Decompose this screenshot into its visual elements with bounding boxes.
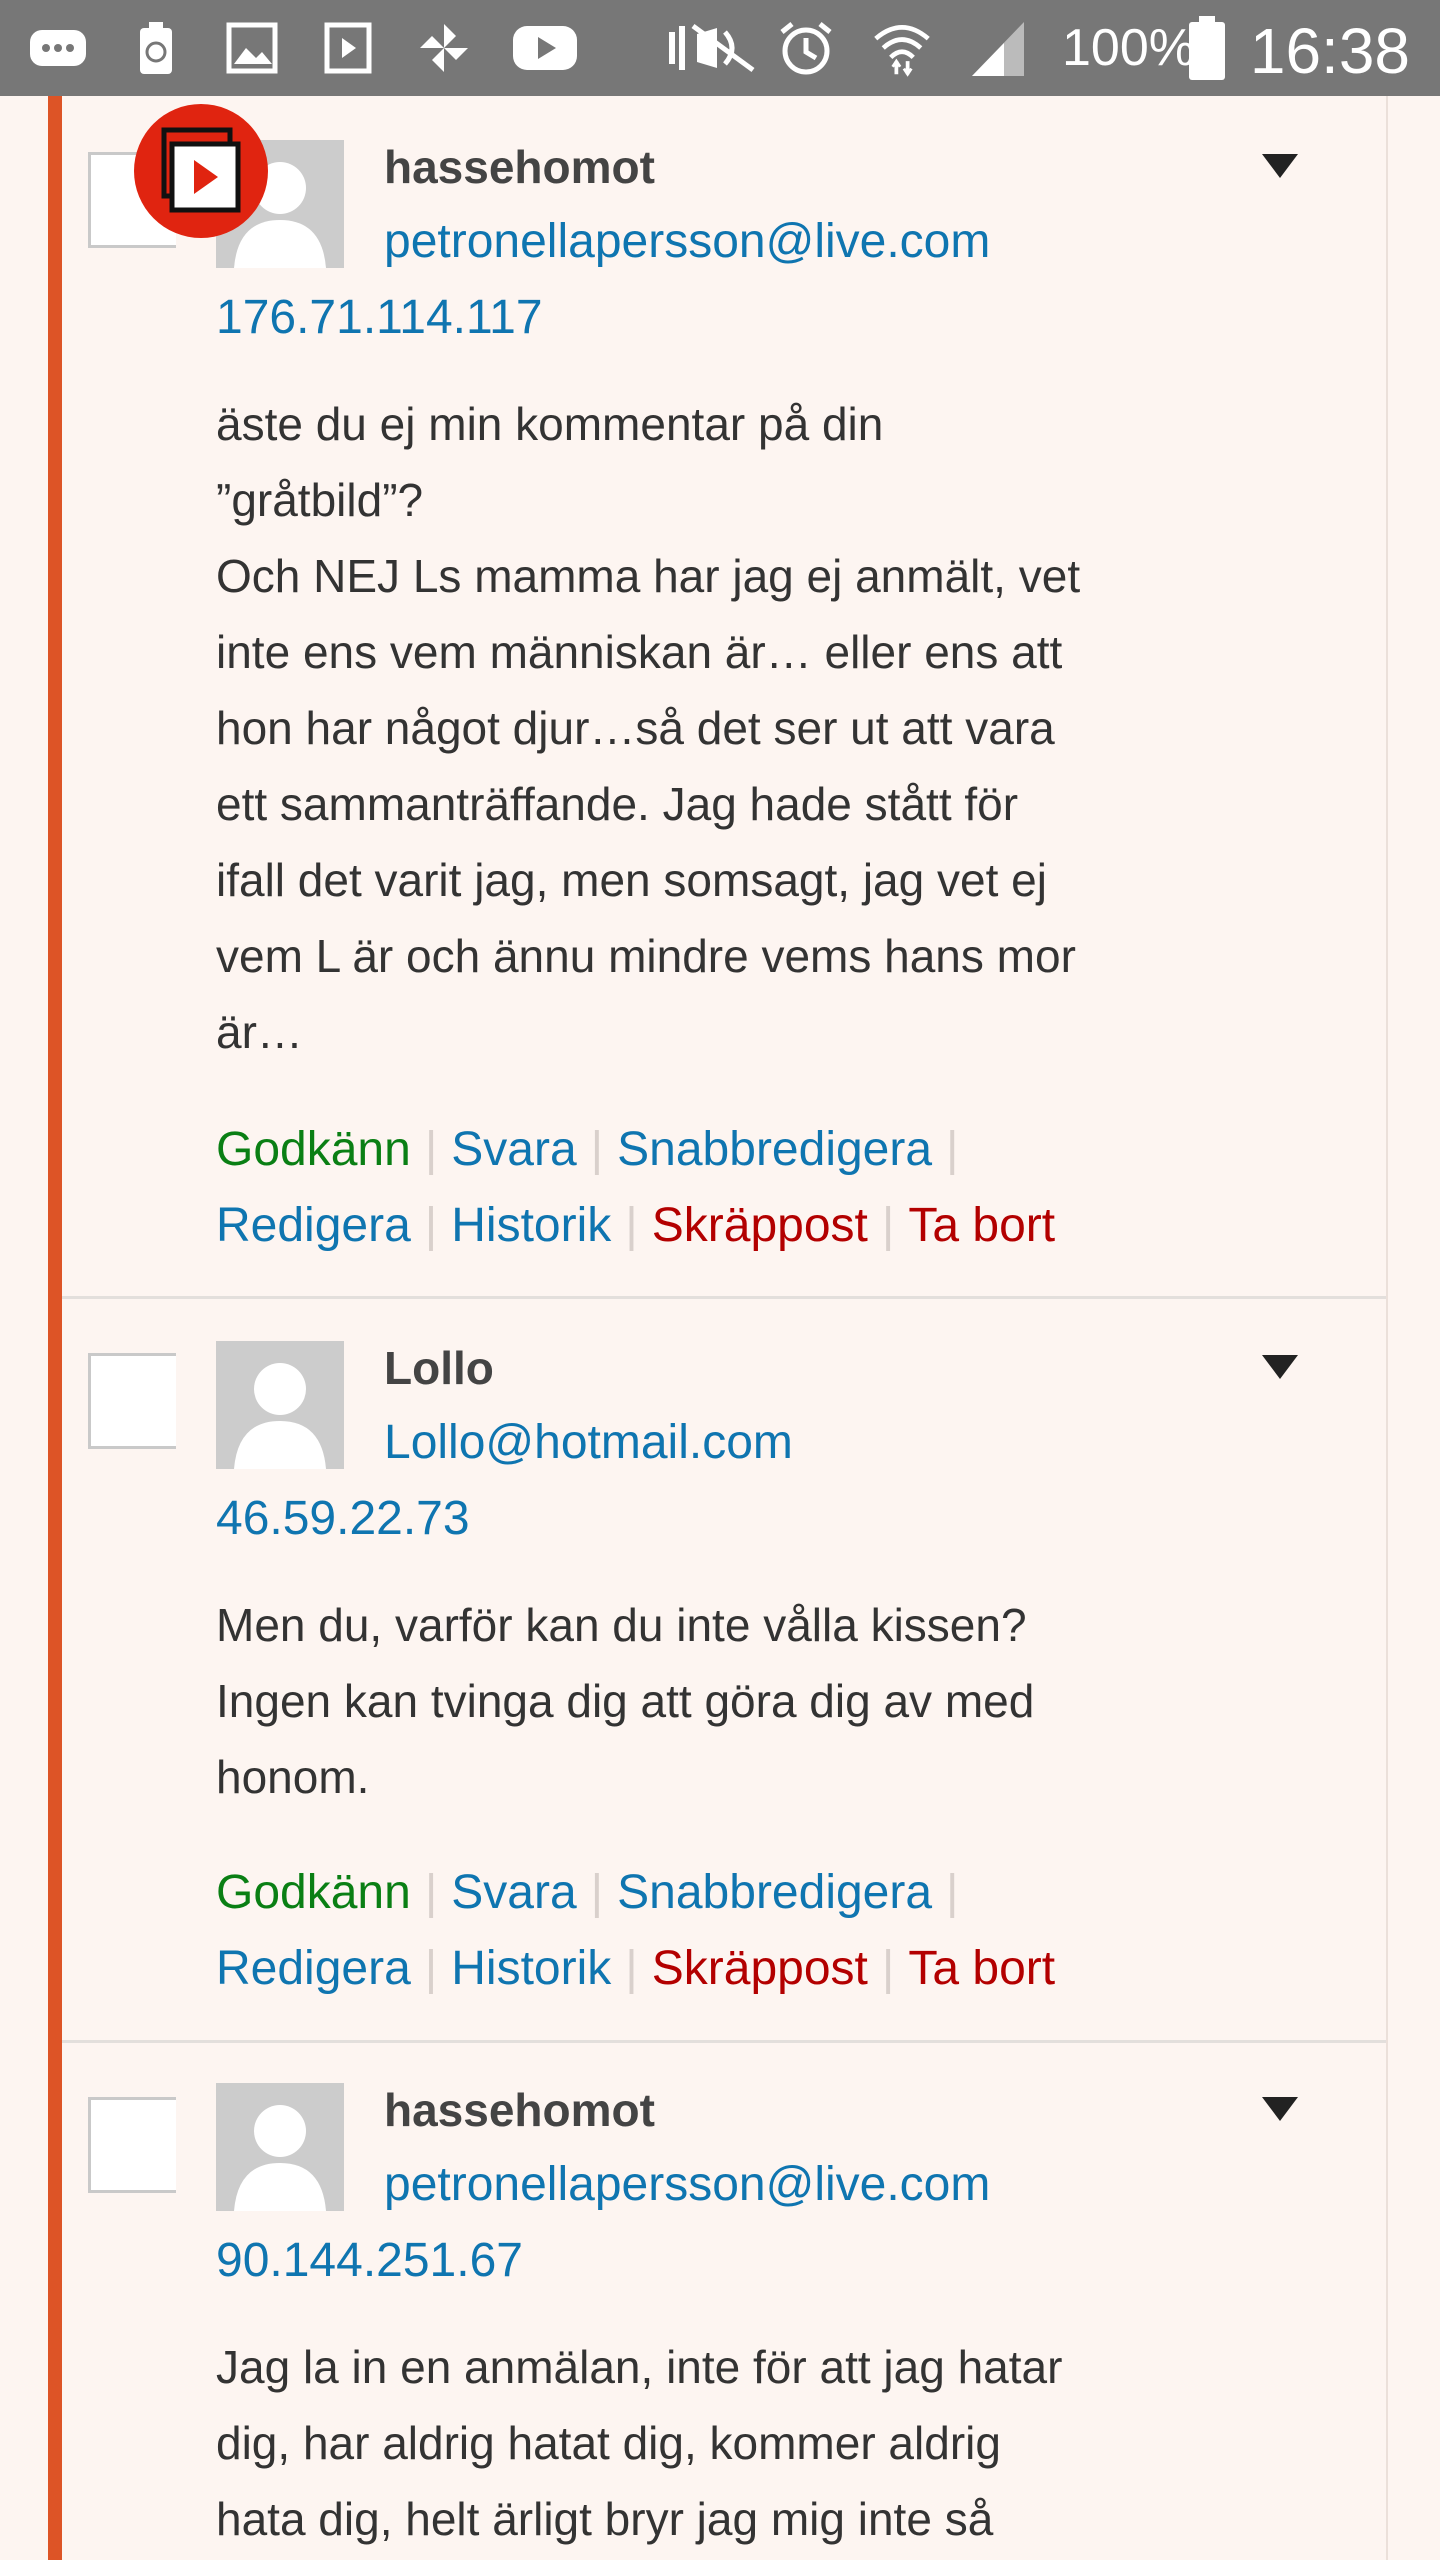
comment-text-line: är… <box>216 1006 303 1058</box>
comment-author-ip[interactable]: 176.71.114.117 <box>216 290 543 345</box>
comment-author-ip[interactable]: 46.59.22.73 <box>216 1491 470 1546</box>
action-separator: | <box>424 1199 438 1252</box>
edit-link[interactable]: Redigera <box>216 1931 411 2007</box>
action-separator: | <box>881 1199 895 1252</box>
gallery-icon <box>222 20 282 76</box>
comment-select-checkbox[interactable] <box>88 1353 176 1449</box>
comment-text-line: äste du ej min kommentar på din <box>216 398 884 450</box>
clock: 16:38 <box>1249 15 1410 87</box>
comment-text-line: hon har något djur…så det ser ut att var… <box>216 702 1055 754</box>
action-separator: | <box>625 1942 638 1995</box>
comment-row: hassehomot petronellapersson@live.com 90… <box>62 2043 1386 2560</box>
delete-link[interactable]: Ta bort <box>908 1188 1055 1264</box>
play-video-icon <box>161 127 241 213</box>
video-icon <box>318 20 378 76</box>
comment-row-actions: Godkänn | Svara | Snabbredigera | Redigera | Hi… <box>216 1855 1296 2007</box>
action-separator: | <box>625 1199 638 1252</box>
avatar <box>216 2083 344 2211</box>
comment-author: hassehomot <box>384 2084 655 2136</box>
comment-text-line: Och NEJ Ls mamma har jag ej anmält, vet <box>216 550 1081 602</box>
comment-text-line: vem L är och ännu mindre vems hans mor <box>216 930 1076 982</box>
mute-icon <box>666 20 758 76</box>
comment-text: Men du, varför kan du inte vålla kissen?… <box>216 1587 1296 1815</box>
comment-author: Lollo <box>384 1342 494 1394</box>
reply-link[interactable]: Svara <box>451 1112 576 1188</box>
action-separator: | <box>946 1123 959 1176</box>
comment-author-email[interactable]: petronellapersson@live.com <box>384 2157 990 2212</box>
avatar <box>216 1341 344 1469</box>
comment-text-line: dig, har aldrig hatat dig, kommer aldrig <box>216 2417 1001 2469</box>
status-bar: 100% 16:38 <box>0 0 1440 96</box>
edit-link[interactable]: Redigera <box>216 1188 411 1264</box>
comment-row: hassehomot petronellapersson@live.com 17… <box>62 96 1386 1296</box>
battery-icon <box>1184 16 1230 80</box>
action-separator: | <box>424 1942 438 1995</box>
action-separator: | <box>590 1123 604 1176</box>
wifi-icon <box>872 20 932 77</box>
message-icon <box>28 20 88 76</box>
alarm-icon <box>776 20 836 76</box>
comment-text: Jag la in en anmälan, inte för att jag h… <box>216 2329 1296 2557</box>
spam-link[interactable]: Skräppost <box>652 1188 868 1264</box>
action-separator: | <box>946 1866 959 1919</box>
row-actions-toggle-icon[interactable] <box>1262 1355 1298 1379</box>
recycle-icon <box>126 20 186 76</box>
row-actions-toggle-icon[interactable] <box>1262 154 1298 178</box>
unapproved-accent-bar <box>48 96 62 2560</box>
comment-text-line: hata dig, helt ärligt bryr jag mig inte … <box>216 2493 994 2545</box>
comment-text: äste du ej min kommentar på din ”gråtbil… <box>216 386 1296 1070</box>
comment-text-line: Ingen kan tvinga dig att göra dig av med <box>216 1675 1035 1727</box>
quick-edit-link[interactable]: Snabbredigera <box>617 1855 932 1931</box>
spam-link[interactable]: Skräppost <box>652 1931 868 2007</box>
approve-link[interactable]: Godkänn <box>216 1112 411 1188</box>
floating-video-button[interactable] <box>134 104 268 238</box>
action-separator: | <box>881 1942 895 1995</box>
action-separator: | <box>590 1866 604 1919</box>
action-separator: | <box>424 1123 438 1176</box>
comment-author-email[interactable]: Lollo@hotmail.com <box>384 1415 793 1470</box>
comment-select-checkbox[interactable] <box>88 2097 176 2193</box>
action-separator: | <box>424 1866 438 1919</box>
quick-edit-link[interactable]: Snabbredigera <box>617 1112 932 1188</box>
reply-link[interactable]: Svara <box>451 1855 576 1931</box>
comment-text-line: ”gråtbild”? <box>216 474 424 526</box>
youtube-icon <box>510 20 580 76</box>
list-right-border <box>1386 96 1388 2560</box>
comment-text-line: Men du, varför kan du inte vålla kissen? <box>216 1599 1027 1651</box>
comment-row-actions: Godkänn | Svara | Snabbredigera | Redigera | Hi… <box>216 1112 1296 1264</box>
history-link[interactable]: Historik <box>451 1188 611 1264</box>
pinwheel-icon <box>414 20 474 76</box>
comment-author-ip[interactable]: 90.144.251.67 <box>216 2233 523 2288</box>
comment-row: Lollo Lollo@hotmail.com 46.59.22.73 Men … <box>62 1299 1386 2039</box>
history-link[interactable]: Historik <box>451 1931 611 2007</box>
delete-link[interactable]: Ta bort <box>908 1931 1055 2007</box>
comment-text-line: inte ens vem människan är… eller ens att <box>216 626 1063 678</box>
battery-percent: 100% <box>1062 19 1195 77</box>
approve-link[interactable]: Godkänn <box>216 1855 411 1931</box>
comment-text-line: ett sammanträffande. Jag hade stått för <box>216 778 1019 830</box>
row-actions-toggle-icon[interactable] <box>1262 2097 1298 2121</box>
comment-text-line: ifall det varit jag, men somsagt, jag ve… <box>216 854 1047 906</box>
comment-text-line: honom. <box>216 1751 370 1803</box>
comment-author-email[interactable]: petronellapersson@live.com <box>384 214 990 269</box>
signal-icon <box>968 20 1028 76</box>
comment-author: hassehomot <box>384 141 655 193</box>
comment-text-line: Jag la in en anmälan, inte för att jag h… <box>216 2341 1063 2393</box>
